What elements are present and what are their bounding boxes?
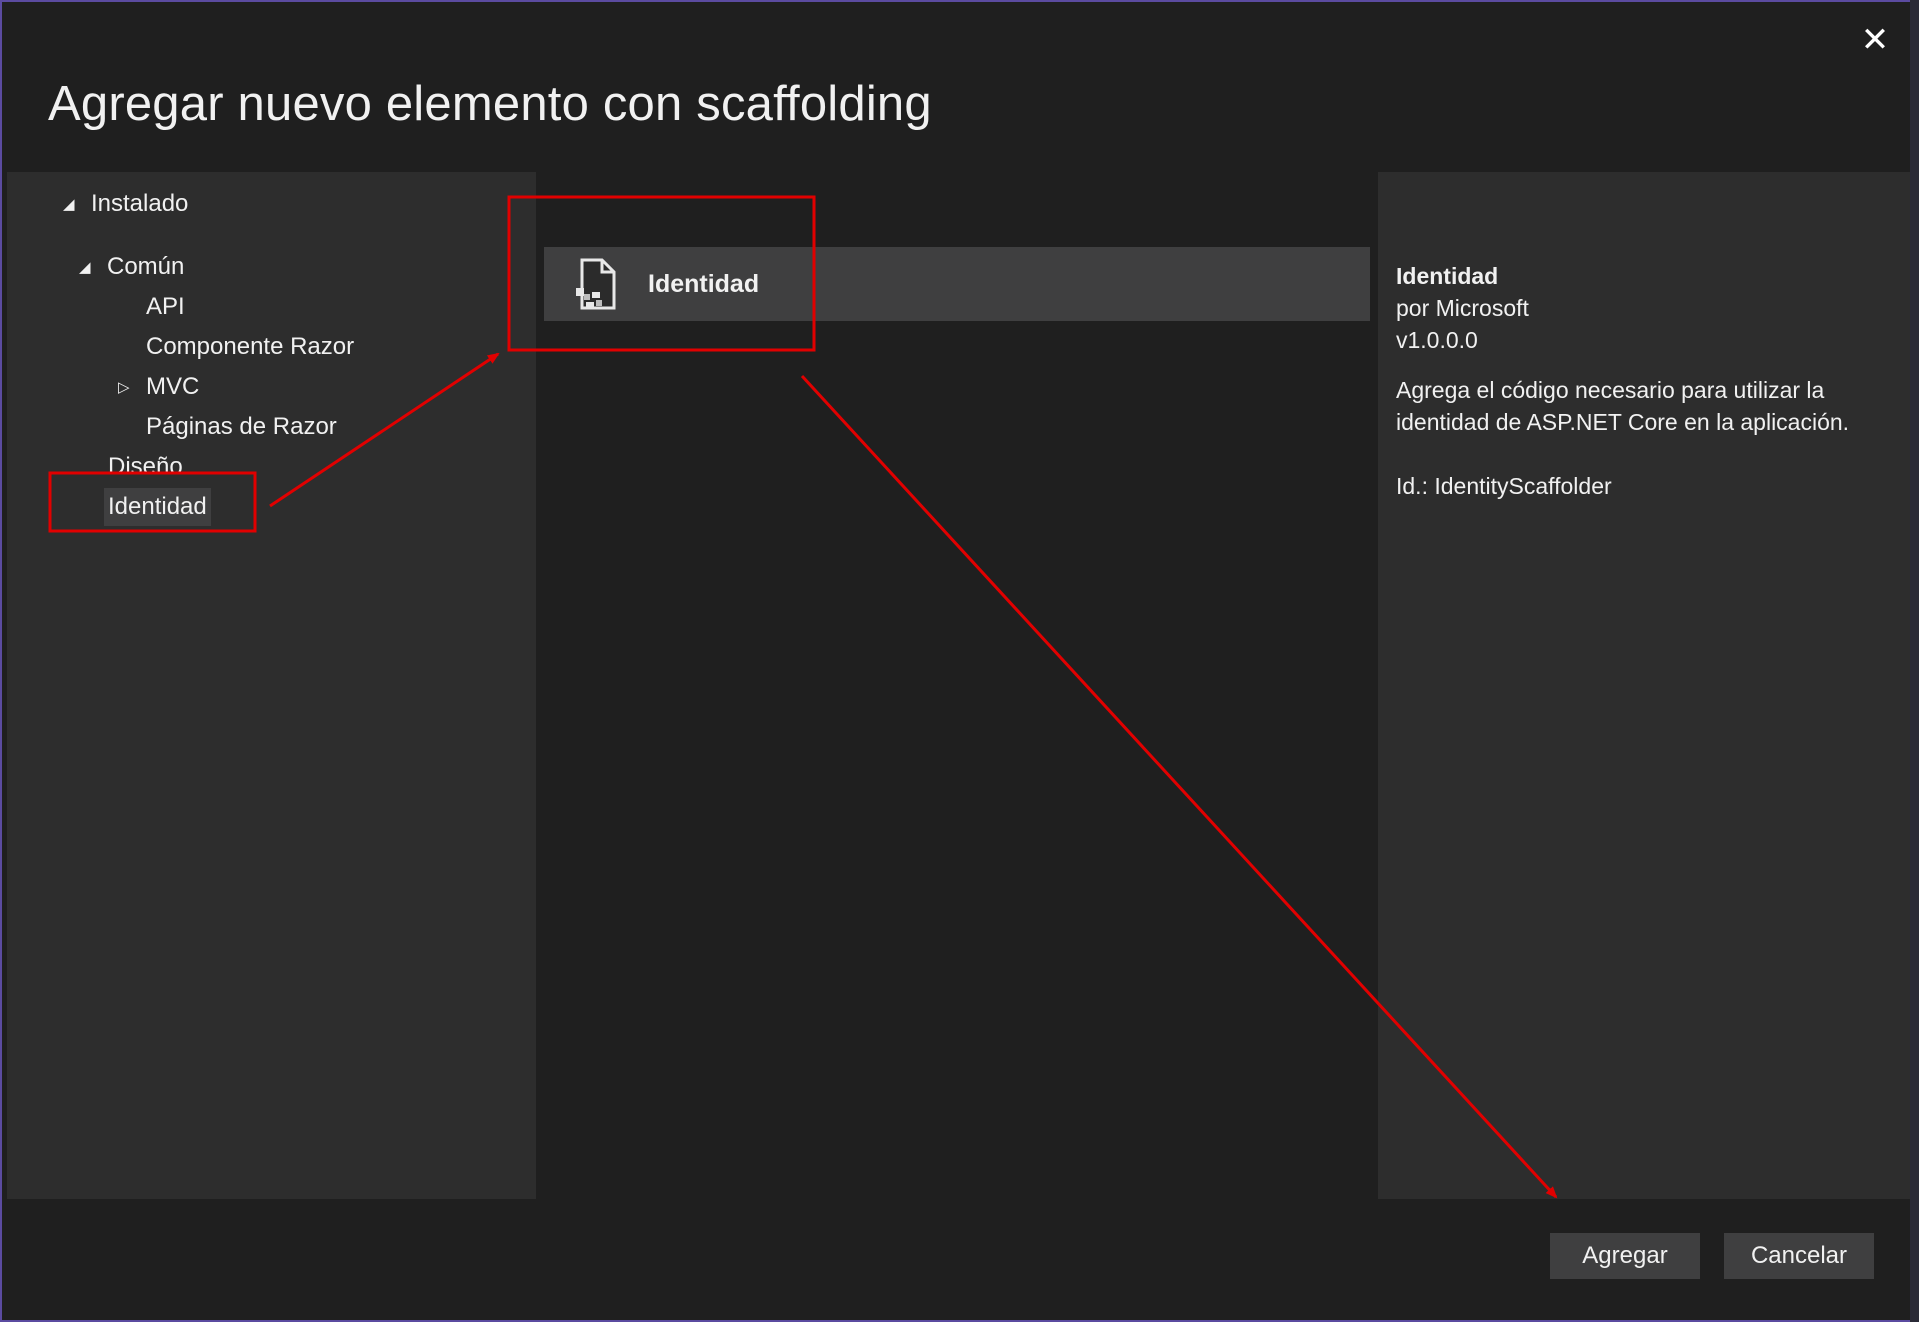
details-id: Id.: IdentityScaffolder	[1396, 473, 1612, 499]
add-button[interactable]: Agregar	[1550, 1233, 1700, 1279]
expand-arrow-icon[interactable]: ◢	[63, 195, 83, 213]
tree-node-design[interactable]: Diseño	[108, 448, 183, 486]
scaffold-dialog: ✕ Agregar nuevo elemento con scaffolding…	[0, 0, 1919, 1322]
tree-node-mvc[interactable]: ▷ MVC	[118, 368, 199, 406]
document-file-icon	[576, 258, 616, 310]
tree-node-identity[interactable]: Identidad	[104, 488, 211, 526]
tree-node-label: Diseño	[108, 453, 183, 480]
template-item-label: Identidad	[648, 269, 760, 298]
category-tree: ◢ Instalado ◢ Común API Componente Razor…	[7, 172, 536, 1199]
dialog-title: Agregar nuevo elemento con scaffolding	[48, 77, 932, 131]
tree-node-label: MVC	[146, 373, 200, 400]
details-version: v1.0.0.0	[1396, 327, 1478, 353]
tree-node-label: Páginas de Razor	[146, 413, 337, 440]
tree-node-installed[interactable]: ◢ Instalado	[63, 185, 188, 223]
tree-node-razor-component[interactable]: Componente Razor	[146, 328, 354, 366]
close-icon: ✕	[1860, 21, 1890, 59]
collapsed-arrow-icon[interactable]: ▷	[118, 378, 138, 396]
template-list: Identidad	[536, 172, 1378, 1199]
template-item-identity[interactable]: Identidad	[544, 247, 1370, 321]
details-title: Identidad	[1396, 263, 1499, 289]
details-description: Agrega el código necesario para utilizar…	[1396, 377, 1850, 435]
details-panel: Identidad por Microsoft v1.0.0.0 Agrega …	[1378, 172, 1912, 1199]
details-author: por Microsoft	[1396, 295, 1529, 321]
cancel-button[interactable]: Cancelar	[1724, 1233, 1874, 1279]
tree-node-label: API	[146, 293, 185, 320]
tree-node-razor-pages[interactable]: Páginas de Razor	[146, 408, 337, 446]
expand-arrow-icon[interactable]: ◢	[79, 258, 99, 276]
tree-node-label: Instalado	[91, 190, 189, 217]
background-window-edge	[1910, 0, 1919, 1322]
tree-node-label: Común	[107, 253, 185, 280]
dialog-content: ◢ Instalado ◢ Común API Componente Razor…	[7, 172, 1912, 1199]
tree-node-label: Componente Razor	[146, 333, 355, 360]
close-button[interactable]: ✕	[1857, 21, 1893, 59]
tree-node-common[interactable]: ◢ Común	[79, 248, 184, 286]
tree-node-api[interactable]: API	[146, 288, 185, 326]
tree-node-label: Identidad	[108, 493, 207, 520]
